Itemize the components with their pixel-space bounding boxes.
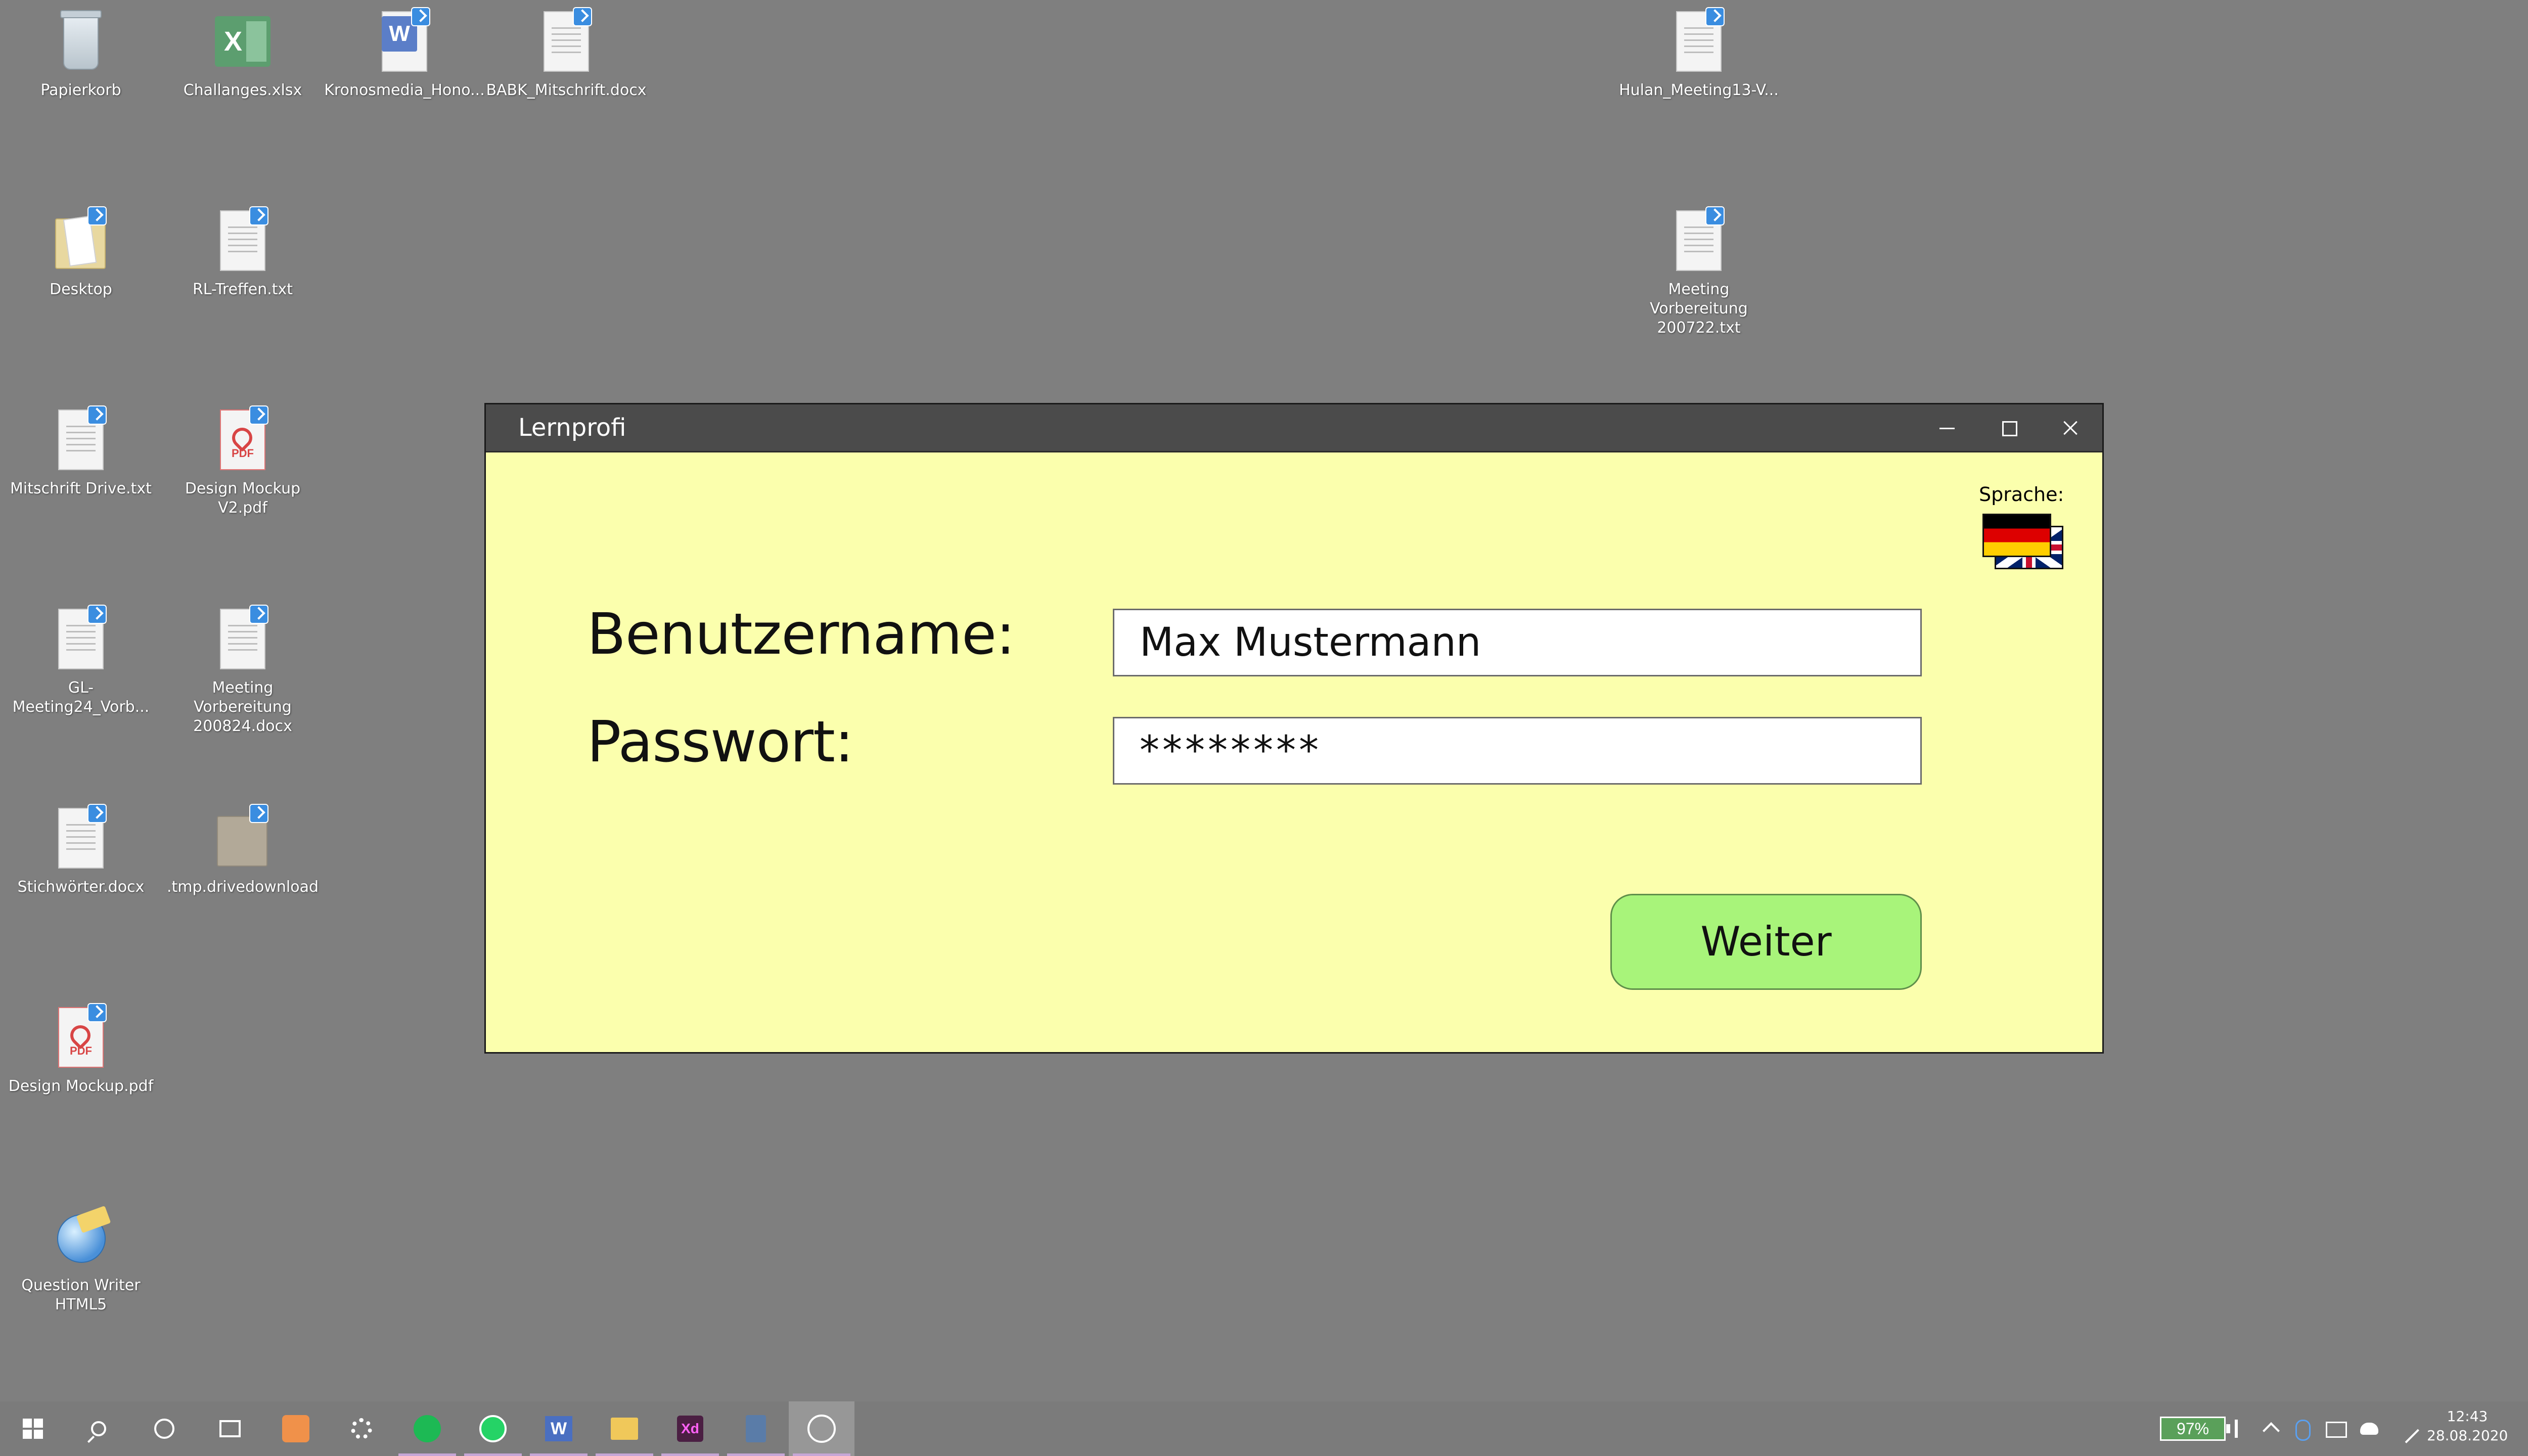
desktop-icon-rl-treffen[interactable]: RL-Treffen.txt <box>162 206 324 299</box>
desktop-icon-label: Papierkorb <box>40 81 121 99</box>
password-input[interactable]: ******** <box>1113 717 1922 785</box>
task-view-icon <box>219 1420 241 1437</box>
desktop-icon-label: Challanges.xlsx <box>183 81 302 99</box>
minimize-button[interactable] <box>1916 404 1978 451</box>
bluetooth-icon[interactable] <box>2295 1420 2311 1441</box>
document-shortcut-icon <box>48 405 114 476</box>
german-flag-icon[interactable] <box>1982 514 2051 557</box>
desktop-icon-label: Meeting Vorbereitung 200824.docx <box>193 679 292 735</box>
desktop-icon-label: RL-Treffen.txt <box>192 281 293 298</box>
chevron-up-icon[interactable] <box>2263 1422 2280 1439</box>
language-label: Sprache: <box>1979 483 2064 506</box>
word-icon: W <box>545 1416 572 1441</box>
title-bar[interactable]: Lernprofi <box>486 404 2102 452</box>
desktop-icon-stichwoerter[interactable]: Stichwörter.docx <box>0 804 162 897</box>
power-plug-icon[interactable] <box>2235 1420 2256 1438</box>
taskbar-photos[interactable] <box>789 1401 854 1456</box>
desktop-icon-gl-meeting24[interactable]: GL-Meeting24_Vorb... <box>0 605 162 717</box>
username-input[interactable]: Max Mustermann <box>1113 609 1922 676</box>
taskbar-calculator[interactable] <box>723 1401 789 1456</box>
photos-icon <box>807 1415 836 1443</box>
lernprofi-window: Lernprofi Sprache: Benutzername: Max Mus… <box>484 403 2104 1054</box>
continue-button[interactable]: Weiter <box>1610 894 1922 990</box>
taskbar-xampp[interactable] <box>263 1401 329 1456</box>
calculator-icon <box>746 1415 766 1442</box>
password-label: Passwort: <box>587 709 854 775</box>
desktop-icon-label: .tmp.drivedownload <box>166 878 319 896</box>
window-title: Lernprofi <box>518 414 626 442</box>
system-clock[interactable]: 12:43 28.08.2020 <box>2427 1401 2508 1456</box>
desktop-icon-meeting-vorbereitung-200824[interactable]: Meeting Vorbereitung 200824.docx <box>162 605 324 736</box>
username-label: Benutzername: <box>587 602 1015 667</box>
desktop-icon-kronosmedia[interactable]: W Kronosmedia_Hono... <box>324 7 485 100</box>
desktop-icon-challanges[interactable]: X Challanges.xlsx <box>162 7 324 100</box>
desktop-icon-label: Desktop <box>50 281 112 298</box>
pdf-file-icon: PDF <box>48 1003 114 1074</box>
xampp-icon <box>282 1415 309 1442</box>
taskbar-file-explorer[interactable] <box>592 1401 657 1456</box>
desktop-icon-design-mockup-v2[interactable]: PDF Design Mockup V2.pdf <box>162 405 324 518</box>
word-file-icon: W <box>372 7 437 78</box>
desktop-icon-label: BABK_Mitschrift.docx <box>486 81 647 99</box>
document-shortcut-icon <box>1666 7 1732 78</box>
desktop-icon-recycle-bin[interactable]: Papierkorb <box>0 7 162 100</box>
desktop-icon-label: Question Writer HTML5 <box>21 1277 141 1313</box>
desktop-icon-label: Kronosmedia_Hono... <box>324 81 485 99</box>
folder-icon <box>611 1418 638 1440</box>
document-shortcut-icon <box>48 804 114 875</box>
desktop-icon-label: Stichwörter.docx <box>17 878 145 896</box>
desktop-icon-label: Hulan_Meeting13-V... <box>1619 81 1779 99</box>
pen-icon[interactable] <box>2392 1416 2419 1443</box>
desktop-icon-label: GL-Meeting24_Vorb... <box>12 679 150 716</box>
desktop-icon-label: Design Mockup.pdf <box>8 1077 154 1095</box>
desktop-icon-hulan-meeting[interactable]: Hulan_Meeting13-V... <box>1618 7 1780 100</box>
document-shortcut-icon <box>210 206 276 277</box>
question-writer-app-icon <box>48 1202 114 1273</box>
task-view-button[interactable] <box>197 1401 263 1456</box>
whatsapp-icon <box>479 1415 507 1442</box>
adobe-xd-icon: Xd <box>677 1416 703 1442</box>
desktop-icon-mitschrift-drive[interactable]: Mitschrift Drive.txt <box>0 405 162 498</box>
document-shortcut-icon <box>533 7 599 78</box>
network-icon[interactable] <box>2326 1422 2347 1438</box>
windows-logo-icon <box>23 1419 43 1439</box>
document-shortcut-icon <box>210 605 276 675</box>
document-shortcut-icon <box>48 605 114 675</box>
gear-icon <box>351 1418 372 1439</box>
desktop-icon-label: Meeting Vorbereitung 200722.txt <box>1650 281 1748 337</box>
document-shortcut-icon <box>1666 206 1732 277</box>
taskbar-adobe-xd[interactable]: Xd <box>657 1401 723 1456</box>
language-switch-button[interactable] <box>1982 514 2066 571</box>
taskbar-word[interactable]: W <box>526 1401 592 1456</box>
recycle-bin-icon <box>48 7 114 78</box>
start-button[interactable] <box>0 1401 66 1456</box>
desktop-icon-meeting-vorbereitung-200722[interactable]: Meeting Vorbereitung 200722.txt <box>1618 206 1780 338</box>
taskbar-settings[interactable] <box>329 1401 394 1456</box>
spotify-icon <box>414 1415 441 1442</box>
taskbar-whatsapp[interactable] <box>460 1401 526 1456</box>
cloud-icon[interactable] <box>2360 1423 2378 1435</box>
battery-indicator[interactable]: 97% <box>2160 1417 2230 1441</box>
clock-date: 28.08.2020 <box>2427 1427 2508 1444</box>
excel-file-icon: X <box>210 7 276 78</box>
desktop-icon-label: Mitschrift Drive.txt <box>10 480 152 497</box>
desktop-icon-babk-mitschrift[interactable]: BABK_Mitschrift.docx <box>485 7 647 100</box>
folder-shortcut-icon <box>210 804 276 875</box>
clock-time: 12:43 <box>2447 1408 2488 1425</box>
desktop-icon-question-writer[interactable]: Question Writer HTML5 <box>0 1202 162 1314</box>
desktop-icon-design-mockup[interactable]: PDF Design Mockup.pdf <box>0 1003 162 1096</box>
taskbar-spotify[interactable] <box>394 1401 460 1456</box>
close-button[interactable] <box>2040 404 2101 451</box>
search-button[interactable] <box>66 1401 131 1456</box>
cortana-icon <box>154 1419 174 1439</box>
desktop-icon-label: Design Mockup V2.pdf <box>185 480 301 517</box>
desktop-icon-desktop-folder[interactable]: Desktop <box>0 206 162 299</box>
pdf-file-icon: PDF <box>210 405 276 476</box>
search-icon <box>91 1421 106 1436</box>
taskbar: W Xd 97% 12:43 28.08.2020 <box>0 1401 2528 1456</box>
folder-shortcut-icon <box>48 206 114 277</box>
maximize-button[interactable] <box>1978 404 2040 451</box>
desktop-icon-tmp-drivedownload[interactable]: .tmp.drivedownload <box>162 804 324 897</box>
cortana-button[interactable] <box>131 1401 197 1456</box>
